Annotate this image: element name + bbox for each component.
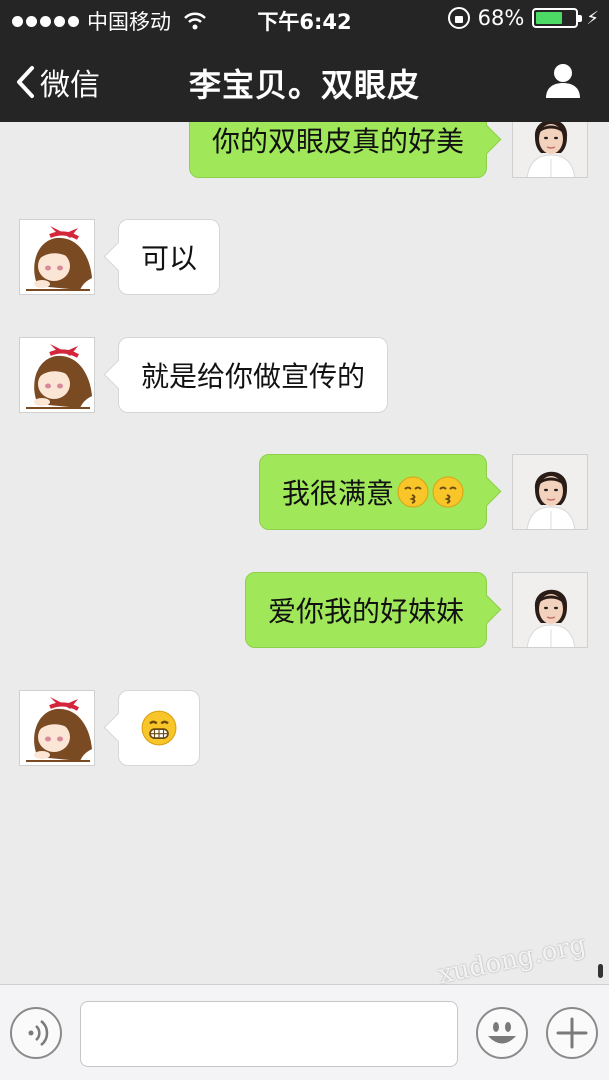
sent-message-bubble[interactable]: 我很满意 bbox=[258, 454, 487, 530]
scrollbar[interactable] bbox=[598, 964, 603, 978]
nurse-avatar-image bbox=[513, 455, 587, 529]
grinning-face-icon bbox=[141, 710, 177, 746]
top-bar: 中国移动 下午6:42 68% ⚡ 微信 李宝贝。双眼皮 bbox=[0, 0, 609, 122]
message-text: 你的双眼皮真的好美 bbox=[211, 125, 464, 158]
sent-message-bubble[interactable]: 爱你我的好妹妹 bbox=[244, 572, 487, 648]
plus-icon bbox=[556, 1017, 588, 1049]
wechat-chat-screen: 中国移动 下午6:42 68% ⚡ 微信 李宝贝。双眼皮 你的双眼皮真的好美 可… bbox=[0, 0, 609, 1080]
my-avatar[interactable] bbox=[512, 454, 588, 530]
emoji-button[interactable] bbox=[476, 1007, 528, 1059]
cartoon-girl-avatar-image bbox=[20, 220, 94, 294]
message-text: 爱你我的好妹妹 bbox=[267, 595, 464, 628]
chat-title: 李宝贝。双眼皮 bbox=[188, 66, 420, 104]
battery-percent: 68% bbox=[477, 6, 525, 30]
received-message-bubble[interactable]: 就是给你做宣传的 bbox=[118, 337, 389, 413]
cartoon-girl-avatar-image bbox=[20, 691, 94, 765]
voice-icon bbox=[28, 1020, 49, 1046]
contact-avatar[interactable] bbox=[19, 337, 95, 413]
message-text: 就是给你做宣传的 bbox=[141, 360, 366, 393]
person-icon[interactable] bbox=[543, 60, 583, 100]
battery-level bbox=[536, 12, 563, 24]
received-message-bubble[interactable]: 可以 bbox=[118, 219, 221, 295]
nurse-avatar-image bbox=[513, 122, 587, 177]
kissing-face-icon bbox=[397, 476, 429, 508]
message-list[interactable]: 你的双眼皮真的好美 可以 就是给你做宣传的 我很满意 爱你我的好妹妹 bbox=[0, 122, 609, 984]
status-right: 68% ⚡ bbox=[447, 6, 599, 30]
battery-icon bbox=[532, 8, 583, 28]
message-input[interactable] bbox=[80, 1001, 458, 1067]
kissing-face-icon bbox=[432, 476, 464, 508]
message-text: 我很满意 bbox=[281, 477, 394, 510]
input-bar: xudong.org bbox=[0, 930, 609, 1080]
my-avatar[interactable] bbox=[512, 572, 588, 648]
sent-message-bubble[interactable]: 你的双眼皮真的好美 bbox=[188, 122, 487, 178]
charging-icon: ⚡ bbox=[586, 7, 599, 29]
smiley-icon bbox=[488, 1022, 516, 1044]
message-text: 可以 bbox=[141, 242, 198, 275]
received-message-bubble[interactable] bbox=[118, 690, 200, 766]
navigation-bar: 微信 李宝贝。双眼皮 bbox=[0, 40, 609, 122]
more-button[interactable] bbox=[546, 1007, 598, 1059]
my-avatar[interactable] bbox=[512, 122, 588, 178]
voice-button[interactable] bbox=[10, 1007, 62, 1059]
contact-avatar[interactable] bbox=[19, 219, 95, 295]
contact-avatar[interactable] bbox=[19, 690, 95, 766]
nurse-avatar-image bbox=[513, 573, 587, 647]
status-bar: 中国移动 下午6:42 68% ⚡ bbox=[0, 0, 609, 40]
rotation-lock-icon bbox=[447, 7, 470, 29]
cartoon-girl-avatar-image bbox=[20, 338, 94, 412]
